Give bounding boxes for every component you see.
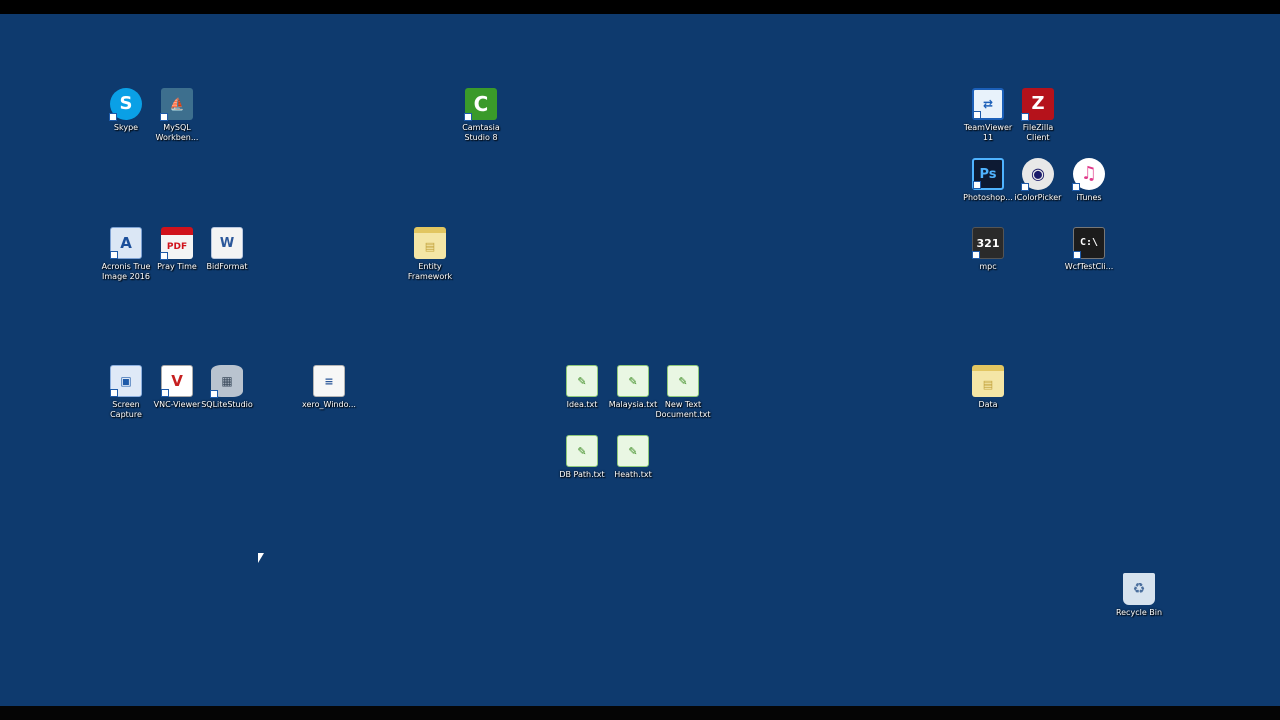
text-file-icon: ✎ (566, 435, 598, 467)
screen-capture-icon: ▣ (110, 365, 142, 397)
bottom-bar (0, 706, 1280, 720)
desktop-icon-data-folder[interactable]: ▤ Data (960, 365, 1016, 410)
filezilla-icon: Z (1021, 88, 1054, 121)
icon-label: TeamViewer 11 (963, 123, 1013, 142)
icon-label: VNC-Viewer (153, 400, 201, 409)
desktop-icon-xero-windows[interactable]: ≡ xero_Windo... (301, 365, 357, 410)
icon-label: mpc (979, 262, 997, 271)
desktop-icon-filezilla[interactable]: Z FileZilla Client (1010, 88, 1066, 143)
icon-label: Heath.txt (614, 470, 652, 479)
desktop-icon-new-text-document[interactable]: ✎ New Text Document.txt (655, 365, 711, 420)
folder-icon: ▤ (972, 365, 1004, 397)
desktop-icon-entity-framework[interactable]: ▤ Entity Framework (402, 227, 458, 282)
desktop-icon-itunes[interactable]: ♫ iTunes (1061, 158, 1117, 203)
desktop-icon-idea-txt[interactable]: ✎ Idea.txt (554, 365, 610, 410)
icon-label: iTunes (1076, 193, 1102, 202)
icon-label: SQLiteStudio (201, 400, 253, 409)
icon-label: Idea.txt (566, 400, 598, 409)
desktop-icon-mysql-workbench[interactable]: ⛵ MySQL Workben... (149, 88, 205, 143)
desktop-icon-malaysia-txt[interactable]: ✎ Malaysia.txt (605, 365, 661, 410)
icon-label: DB Path.txt (559, 470, 605, 479)
mysql-workbench-icon: ⛵ (160, 88, 193, 121)
icon-label: Recycle Bin (1115, 608, 1163, 617)
icon-label: FileZilla Client (1022, 123, 1054, 142)
media-player-classic-icon: 321 (972, 227, 1004, 259)
desktop-icon-heath-txt[interactable]: ✎ Heath.txt (605, 435, 661, 480)
icon-label: Acronis True Image 2016 (101, 262, 151, 281)
desktop-icon-camtasia[interactable]: C Camtasia Studio 8 (453, 88, 509, 143)
icon-label: Skype (113, 123, 139, 132)
desktop-icon-photoshop[interactable]: Ps Photoshop... (960, 158, 1016, 203)
teamviewer-icon: ⇄ (972, 88, 1004, 120)
icon-label: MySQL Workben... (155, 123, 199, 142)
pdf-icon: PDF (160, 227, 193, 260)
recycle-bin-icon: ♻ (1123, 573, 1155, 605)
word-document-icon: W (211, 227, 243, 259)
icon-label: Photoshop... (963, 193, 1013, 202)
desktop-icon-bidformat[interactable]: W BidFormat (199, 227, 255, 272)
desktop-icon-pray-time[interactable]: PDF Pray Time (149, 227, 205, 272)
folder-icon: ▤ (414, 227, 446, 259)
camtasia-icon: C (464, 88, 497, 121)
text-file-icon: ✎ (566, 365, 598, 397)
icon-label: New Text Document.txt (655, 400, 711, 419)
photoshop-icon: Ps (972, 158, 1004, 190)
text-file-icon: ✎ (667, 365, 699, 397)
text-file-icon: ✎ (617, 365, 649, 397)
icon-label: Malaysia.txt (608, 400, 658, 409)
desktop-icon-icolorpicker[interactable]: ◉ iColorPicker (1010, 158, 1066, 203)
desktop-icon-sqlitestudio[interactable]: ▦ SQLiteStudio (199, 365, 255, 410)
desktop-icon-screen-capture[interactable]: ▣ Screen Capture (98, 365, 154, 420)
desktop-icon-recycle-bin[interactable]: ♻ Recycle Bin (1111, 573, 1167, 618)
acronis-icon: A (110, 227, 142, 259)
skype-icon: S (109, 88, 142, 121)
icon-label: BidFormat (206, 262, 248, 271)
icon-label: Camtasia Studio 8 (462, 123, 500, 142)
icon-label: WcfTestCli... (1064, 262, 1114, 271)
icon-label: iColorPicker (1014, 193, 1062, 202)
desktop-icon-teamviewer[interactable]: ⇄ TeamViewer 11 (960, 88, 1016, 143)
icon-label: xero_Windo... (302, 400, 356, 409)
desktop-icon-db-path-txt[interactable]: ✎ DB Path.txt (554, 435, 610, 480)
icon-label: Pray Time (157, 262, 197, 271)
web-document-icon: ≡ (313, 365, 345, 397)
eye-icon: ◉ (1021, 158, 1054, 191)
desktop[interactable]: S Skype ⛵ MySQL Workben... C Camtasia St… (0, 14, 1280, 706)
database-icon: ▦ (210, 365, 243, 398)
desktop-icon-acronis[interactable]: A Acronis True Image 2016 (98, 227, 154, 282)
desktop-icon-vnc-viewer[interactable]: V VNC-Viewer (149, 365, 205, 410)
desktop-icon-mpc[interactable]: 321 mpc (960, 227, 1016, 272)
icon-label: Data (978, 400, 998, 409)
mouse-cursor-icon (258, 553, 264, 563)
console-icon: C:\ (1073, 227, 1105, 259)
vnc-viewer-icon: V (161, 365, 193, 397)
itunes-icon: ♫ (1072, 158, 1105, 191)
desktop-icon-wcftestclient[interactable]: C:\ WcfTestCli... (1061, 227, 1117, 272)
text-file-icon: ✎ (617, 435, 649, 467)
icon-label: Entity Framework (407, 262, 453, 281)
desktop-icon-skype[interactable]: S Skype (98, 88, 154, 133)
icon-label: Screen Capture (110, 400, 142, 419)
